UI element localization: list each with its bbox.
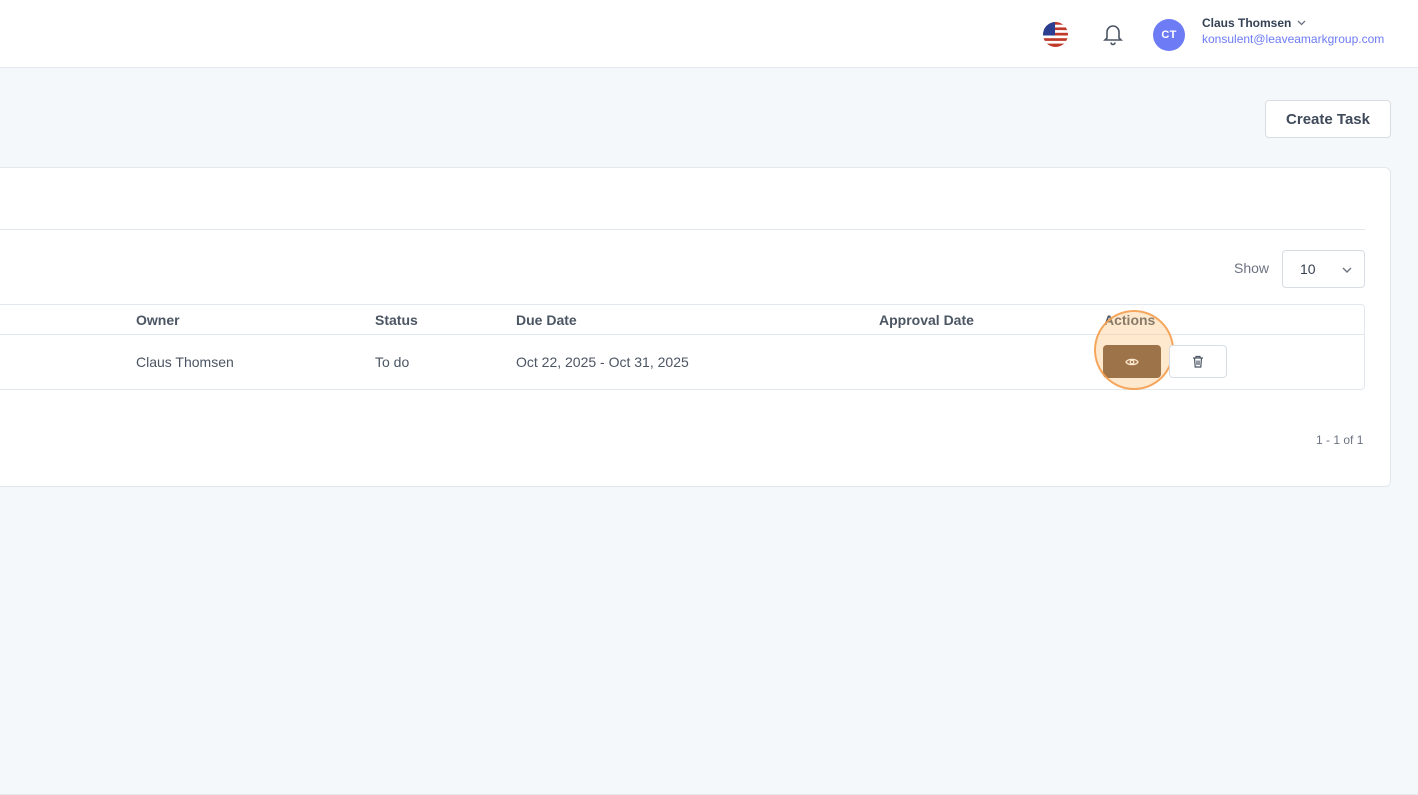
cell-status: To do xyxy=(375,354,410,370)
bell-icon[interactable] xyxy=(1102,22,1124,46)
page-size-value: 10 xyxy=(1300,261,1316,277)
cell-due-date: Oct 22, 2025 - Oct 31, 2025 xyxy=(516,354,689,370)
avatar[interactable]: CT xyxy=(1153,19,1185,51)
chevron-down-icon xyxy=(1297,20,1306,26)
page-size-select[interactable]: 10 xyxy=(1282,250,1365,288)
user-name: Claus Thomsen xyxy=(1202,16,1292,30)
us-flag-icon[interactable] xyxy=(1043,22,1068,47)
create-task-button[interactable]: Create Task xyxy=(1265,100,1391,138)
user-menu[interactable]: Claus Thomsen xyxy=(1202,16,1306,30)
delete-task-button[interactable] xyxy=(1169,345,1227,378)
cell-owner: Claus Thomsen xyxy=(136,354,234,370)
trash-icon xyxy=(1193,355,1203,368)
column-header-due-date[interactable]: Due Date xyxy=(516,312,577,328)
pagination-info: 1 - 1 of 1 xyxy=(1316,433,1364,447)
user-email: konsulent@leaveamarkgroup.com xyxy=(1202,32,1385,46)
column-header-owner[interactable]: Owner xyxy=(136,312,180,328)
column-header-status[interactable]: Status xyxy=(375,312,418,328)
column-header-approval-date[interactable]: Approval Date xyxy=(879,312,974,328)
show-label: Show xyxy=(1234,260,1270,276)
top-bar: CT Claus Thomsen konsulent@leaveamarkgro… xyxy=(0,0,1418,68)
card-divider xyxy=(0,229,1365,230)
chevron-down-icon xyxy=(1342,267,1352,273)
click-highlight xyxy=(1094,310,1174,390)
